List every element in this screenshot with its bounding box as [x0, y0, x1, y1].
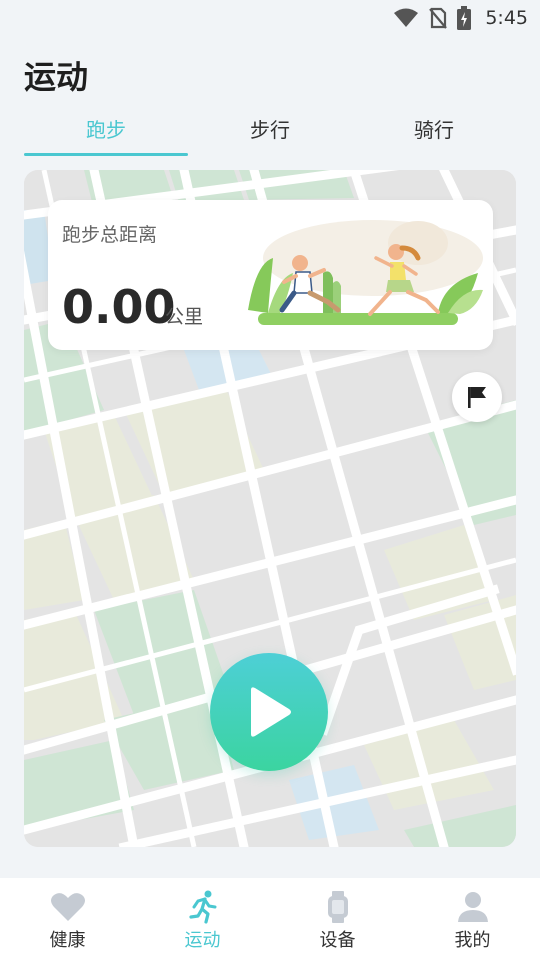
flag-icon [468, 387, 486, 408]
nav-health-label: 健康 [49, 930, 86, 951]
total-distance-label: 跑步总距离 [62, 224, 158, 246]
nav-device[interactable]: 设备 [270, 878, 405, 960]
running-icon [188, 890, 216, 924]
wifi-icon [394, 8, 419, 27]
flag-button[interactable] [452, 372, 502, 422]
nav-health[interactable]: 健康 [0, 878, 135, 960]
tab-walking[interactable]: 步行 [188, 104, 352, 156]
distance-stats-card: 跑步总距离 0.00 公里 [48, 200, 493, 350]
person-icon [457, 892, 488, 922]
total-distance-value: 0.00 [62, 280, 176, 334]
nav-device-label: 设备 [319, 930, 356, 951]
status-time: 5:45 [485, 7, 528, 29]
page-title: 运动 [24, 58, 89, 96]
watch-icon [327, 891, 348, 923]
start-run-button[interactable] [210, 653, 328, 771]
distance-unit: 公里 [165, 306, 204, 328]
status-bar: 5:45 [0, 0, 540, 36]
sport-tabs: 跑步 步行 骑行 [24, 104, 516, 156]
no-sim-icon [429, 7, 448, 29]
play-icon [251, 687, 291, 737]
nav-mine-label: 我的 [454, 930, 491, 951]
nav-mine[interactable]: 我的 [405, 878, 540, 960]
battery-charging-icon [457, 6, 472, 30]
tab-running[interactable]: 跑步 [24, 104, 188, 156]
nav-sport-label: 运动 [184, 930, 221, 951]
nav-sport[interactable]: 运动 [135, 878, 270, 960]
runners-illustration [248, 220, 483, 325]
heart-icon [50, 893, 85, 921]
bottom-nav: 健康 运动 设备 我的 [0, 878, 540, 960]
tab-cycling[interactable]: 骑行 [352, 104, 516, 156]
